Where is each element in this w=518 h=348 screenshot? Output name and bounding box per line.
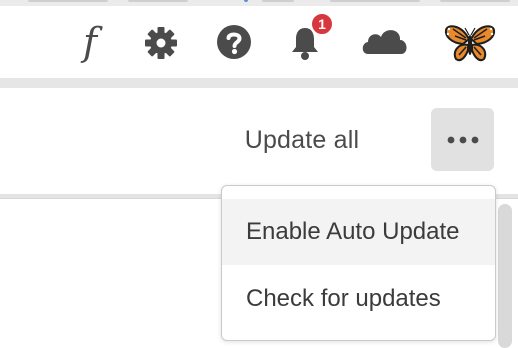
update-all-button[interactable]: Update all bbox=[230, 120, 374, 160]
notification-badge: 1 bbox=[310, 12, 334, 36]
cloud-icon[interactable] bbox=[360, 24, 410, 58]
font-icon[interactable]: f bbox=[68, 20, 112, 64]
menu-item-check-for-updates[interactable]: Check for updates bbox=[222, 266, 495, 332]
butterfly-avatar-icon[interactable] bbox=[444, 20, 496, 66]
ellipsis-icon bbox=[447, 136, 479, 144]
gear-icon[interactable] bbox=[144, 26, 178, 60]
menu-item-enable-auto-update[interactable]: Enable Auto Update bbox=[222, 199, 495, 265]
help-icon[interactable] bbox=[216, 24, 252, 60]
header-divider bbox=[0, 78, 518, 88]
more-options-menu: Enable Auto Update Check for updates bbox=[221, 185, 496, 341]
scrollbar[interactable] bbox=[498, 204, 512, 348]
more-options-button[interactable] bbox=[431, 108, 494, 171]
